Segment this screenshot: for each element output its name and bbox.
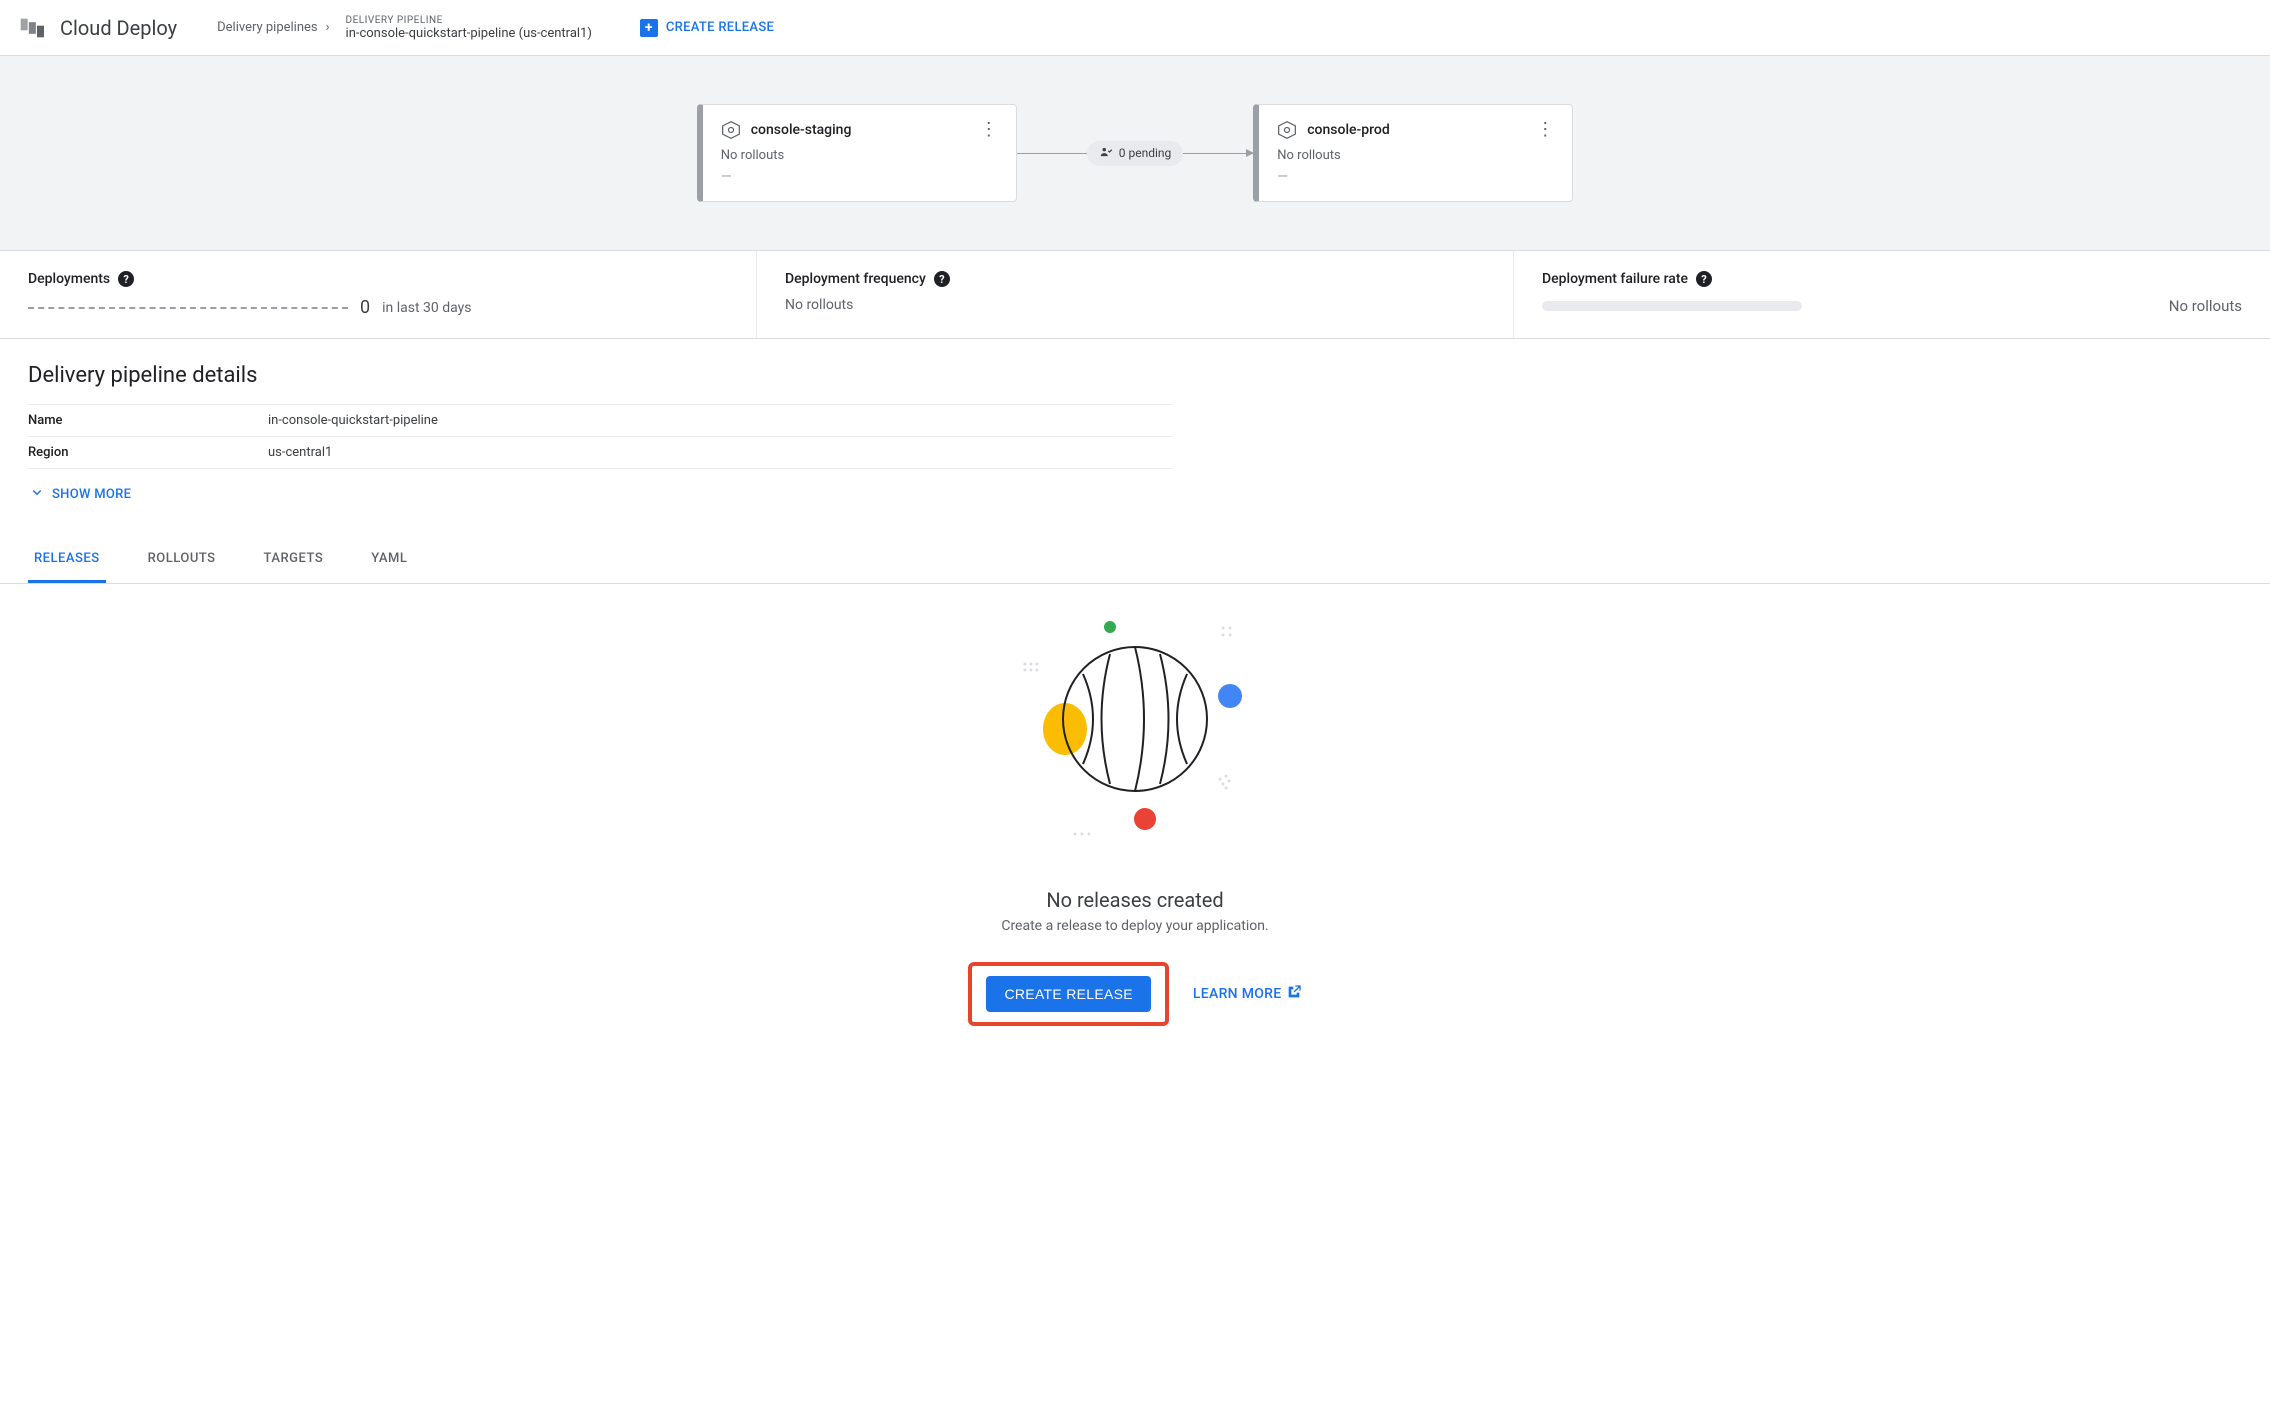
empty-actions: CREATE RELEASE LEARN MORE (968, 962, 1301, 1026)
pipeline-visualization: console-staging ⋮ No rollouts — 0 pendin… (0, 56, 2270, 251)
target-icon (1277, 120, 1297, 140)
target-status: No rollouts (721, 148, 998, 163)
stat-deployments: Deployments ? 0 in last 30 days (0, 251, 757, 338)
more-vert-icon[interactable]: ⋮ (1536, 119, 1554, 140)
connector-line-right (1183, 153, 1253, 154)
stats-row: Deployments ? 0 in last 30 days Deployme… (0, 251, 2270, 339)
deployments-count: 0 (360, 297, 370, 318)
details-heading: Delivery pipeline details (28, 363, 1172, 388)
pipeline-connector: 0 pending (1017, 141, 1254, 166)
breadcrumb-eyebrow: DELIVERY PIPELINE (346, 15, 592, 26)
details-table: Name in-console-quickstart-pipeline Regi… (28, 404, 1172, 469)
person-check-icon (1099, 145, 1113, 162)
details-value: in-console-quickstart-pipeline (268, 405, 1172, 437)
target-card-staging[interactable]: console-staging ⋮ No rollouts — (697, 104, 1017, 202)
failure-value: No rollouts (2169, 297, 2242, 315)
create-release-header-button[interactable]: + CREATE RELEASE (640, 19, 774, 37)
show-more-button[interactable]: SHOW MORE (28, 483, 1172, 505)
chevron-right-icon: › (326, 20, 330, 35)
create-release-header-label: CREATE RELEASE (666, 20, 774, 35)
details-key: Name (28, 405, 268, 437)
help-icon[interactable]: ? (1696, 271, 1712, 287)
target-value: — (721, 169, 998, 185)
pipeline-details-section: Delivery pipeline details Name in-consol… (0, 339, 1200, 513)
show-more-label: SHOW MORE (52, 487, 131, 502)
empty-title: No releases created (0, 888, 2270, 912)
releases-empty-state: No releases created Create a release to … (0, 584, 2270, 1066)
details-row-region: Region us-central1 (28, 437, 1172, 469)
more-vert-icon[interactable]: ⋮ (980, 119, 998, 140)
help-icon[interactable]: ? (118, 271, 134, 287)
stat-failure-label: Deployment failure rate (1542, 271, 1688, 287)
pending-pill[interactable]: 0 pending (1087, 141, 1184, 166)
stat-failure-rate: Deployment failure rate ? No rollouts (1514, 251, 2270, 338)
connector-line-left (1017, 153, 1087, 154)
plus-icon: + (640, 19, 658, 37)
help-icon[interactable]: ? (934, 271, 950, 287)
header-bar: Cloud Deploy Delivery pipelines › DELIVE… (0, 0, 2270, 56)
deployments-period: in last 30 days (382, 300, 471, 316)
learn-more-link[interactable]: LEARN MORE (1193, 984, 1302, 1004)
pending-label: 0 pending (1119, 146, 1172, 160)
breadcrumb: Delivery pipelines › DELIVERY PIPELINE i… (217, 15, 592, 41)
create-release-button[interactable]: CREATE RELEASE (986, 976, 1150, 1012)
target-name: console-prod (1307, 122, 1390, 138)
chevron-down-icon (28, 483, 46, 505)
empty-subtitle: Create a release to deploy your applicat… (0, 918, 2270, 934)
cloud-deploy-logo-icon (16, 14, 44, 42)
external-link-icon (1286, 984, 1302, 1004)
frequency-value: No rollouts (785, 297, 853, 313)
breadcrumb-parent-link[interactable]: Delivery pipelines (217, 20, 318, 35)
tab-releases[interactable]: RELEASES (28, 537, 106, 583)
stat-frequency-label: Deployment frequency (785, 271, 926, 287)
tab-targets[interactable]: TARGETS (258, 537, 330, 583)
details-key: Region (28, 437, 268, 469)
target-name: console-staging (751, 122, 852, 138)
product-title: Cloud Deploy (60, 16, 177, 40)
tab-yaml[interactable]: YAML (365, 537, 413, 583)
target-value: — (1277, 169, 1554, 185)
deployments-sparkline-empty (28, 307, 348, 309)
stat-deployments-label: Deployments (28, 271, 110, 287)
failure-bar-empty (1542, 301, 1802, 311)
tab-rollouts[interactable]: ROLLOUTS (142, 537, 222, 583)
breadcrumb-current: DELIVERY PIPELINE in-console-quickstart-… (346, 15, 592, 41)
details-row-name: Name in-console-quickstart-pipeline (28, 405, 1172, 437)
tutorial-highlight: CREATE RELEASE (968, 962, 1168, 1026)
empty-illustration (975, 604, 1295, 864)
target-status: No rollouts (1277, 148, 1554, 163)
tabs: RELEASES ROLLOUTS TARGETS YAML (0, 537, 2270, 584)
learn-more-label: LEARN MORE (1193, 986, 1282, 1002)
target-icon (721, 120, 741, 140)
target-card-prod[interactable]: console-prod ⋮ No rollouts — (1253, 104, 1573, 202)
stat-frequency: Deployment frequency ? No rollouts (757, 251, 1514, 338)
breadcrumb-page-title: in-console-quickstart-pipeline (us-centr… (346, 26, 592, 41)
details-value: us-central1 (268, 437, 1172, 469)
